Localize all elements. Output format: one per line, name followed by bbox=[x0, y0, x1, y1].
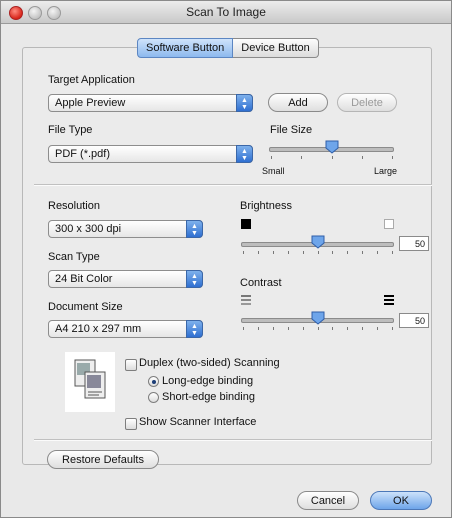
scanner-interface-checkbox[interactable] bbox=[125, 418, 137, 430]
slider-tick bbox=[392, 327, 393, 330]
restore-defaults-button[interactable]: Restore Defaults bbox=[47, 450, 159, 469]
popup-arrows-icon: ▲ ▼ bbox=[186, 220, 203, 238]
slider-tick bbox=[362, 251, 364, 254]
long-edge-radio[interactable] bbox=[148, 376, 159, 387]
brightness-label: Brightness bbox=[240, 200, 292, 212]
slider-tick bbox=[272, 251, 274, 254]
slider-ticks bbox=[271, 156, 393, 160]
slider-ticks bbox=[243, 251, 393, 255]
duplex-scanning-icon bbox=[65, 352, 115, 412]
short-edge-radio[interactable] bbox=[148, 392, 159, 403]
slider-tick bbox=[331, 156, 333, 159]
slider-tick bbox=[317, 327, 319, 330]
slider-tick bbox=[302, 251, 304, 254]
slider-tick bbox=[347, 327, 349, 330]
duplex-label: Duplex (two-sided) Scanning bbox=[139, 357, 280, 369]
contrast-label: Contrast bbox=[240, 277, 282, 289]
slider-tick bbox=[302, 327, 304, 330]
tab-device-button[interactable]: Device Button bbox=[233, 38, 319, 58]
slider-tick bbox=[243, 327, 244, 330]
brightness-value-field[interactable]: 50 bbox=[399, 236, 429, 251]
slider-tick bbox=[287, 327, 289, 330]
slider-tick bbox=[332, 327, 334, 330]
popup-arrows-icon: ▲ ▼ bbox=[236, 145, 253, 163]
title-bar: Scan To Image bbox=[1, 1, 451, 24]
slider-ticks bbox=[243, 327, 393, 331]
slider-tick bbox=[377, 327, 379, 330]
slider-tick bbox=[243, 251, 244, 254]
section-divider bbox=[34, 184, 432, 186]
window-title: Scan To Image bbox=[186, 5, 266, 19]
slider-tick bbox=[257, 251, 259, 254]
contrast-value-field[interactable]: 50 bbox=[399, 313, 429, 328]
scan-to-image-window: Scan To Image Software Button Device But… bbox=[0, 0, 452, 518]
resolution-value: 300 x 300 dpi bbox=[55, 223, 122, 235]
popup-arrows-icon: ▲ ▼ bbox=[186, 320, 203, 338]
delete-button[interactable]: Delete bbox=[337, 93, 397, 112]
resolution-popup[interactable]: 300 x 300 dpi ▲ ▼ bbox=[48, 220, 203, 238]
cancel-button[interactable]: Cancel bbox=[297, 491, 359, 510]
file-size-min-label: Small bbox=[262, 166, 285, 176]
target-application-value: Apple Preview bbox=[55, 97, 126, 109]
scan-type-label: Scan Type bbox=[48, 251, 100, 263]
document-size-label: Document Size bbox=[48, 301, 123, 313]
scanner-interface-label: Show Scanner Interface bbox=[139, 416, 257, 428]
file-type-label: File Type bbox=[48, 124, 93, 136]
slider-tick bbox=[271, 156, 272, 159]
brightness-slider[interactable] bbox=[241, 235, 394, 255]
slider-tick bbox=[301, 156, 303, 159]
slider-tick bbox=[272, 327, 274, 330]
ok-button[interactable]: OK bbox=[370, 491, 432, 510]
popup-arrows-icon: ▲ ▼ bbox=[236, 94, 253, 112]
dark-brightness-icon bbox=[241, 219, 251, 229]
duplex-checkbox[interactable] bbox=[125, 359, 137, 371]
target-application-label: Target Application bbox=[48, 74, 135, 86]
short-edge-label: Short-edge binding bbox=[162, 391, 255, 403]
slider-tick bbox=[392, 251, 393, 254]
file-size-label: File Size bbox=[270, 124, 313, 136]
slider-tick bbox=[392, 156, 393, 159]
file-size-slider[interactable] bbox=[269, 140, 394, 160]
slider-tick bbox=[257, 327, 259, 330]
tab-software-button[interactable]: Software Button bbox=[137, 38, 234, 58]
slider-tick bbox=[332, 251, 334, 254]
slider-knob[interactable] bbox=[311, 235, 325, 249]
high-contrast-icon bbox=[384, 295, 394, 305]
popup-arrows-icon: ▲ ▼ bbox=[186, 270, 203, 288]
contrast-slider[interactable] bbox=[241, 311, 394, 331]
slider-tick bbox=[347, 251, 349, 254]
tab-bar: Software Button Device Button bbox=[137, 38, 319, 58]
document-size-popup[interactable]: A4 210 x 297 mm ▲ ▼ bbox=[48, 320, 203, 338]
slider-knob[interactable] bbox=[325, 140, 339, 154]
file-type-value: PDF (*.pdf) bbox=[55, 148, 111, 160]
scan-type-value: 24 Bit Color bbox=[55, 273, 113, 285]
document-size-value: A4 210 x 297 mm bbox=[55, 323, 142, 335]
slider-tick bbox=[377, 251, 379, 254]
slider-knob[interactable] bbox=[311, 311, 325, 325]
slider-tick bbox=[287, 251, 289, 254]
slider-tick bbox=[317, 251, 319, 254]
scan-type-popup[interactable]: 24 Bit Color ▲ ▼ bbox=[48, 270, 203, 288]
long-edge-label: Long-edge binding bbox=[162, 375, 254, 387]
section-divider bbox=[34, 439, 432, 441]
light-brightness-icon bbox=[384, 219, 394, 229]
slider-tick bbox=[362, 327, 364, 330]
slider-tick bbox=[361, 156, 363, 159]
resolution-label: Resolution bbox=[48, 200, 100, 212]
file-type-popup[interactable]: PDF (*.pdf) ▲ ▼ bbox=[48, 145, 253, 163]
low-contrast-icon bbox=[241, 295, 251, 305]
file-size-max-label: Large bbox=[374, 166, 398, 176]
add-button[interactable]: Add bbox=[268, 93, 328, 112]
target-application-popup[interactable]: Apple Preview ▲ ▼ bbox=[48, 94, 253, 112]
